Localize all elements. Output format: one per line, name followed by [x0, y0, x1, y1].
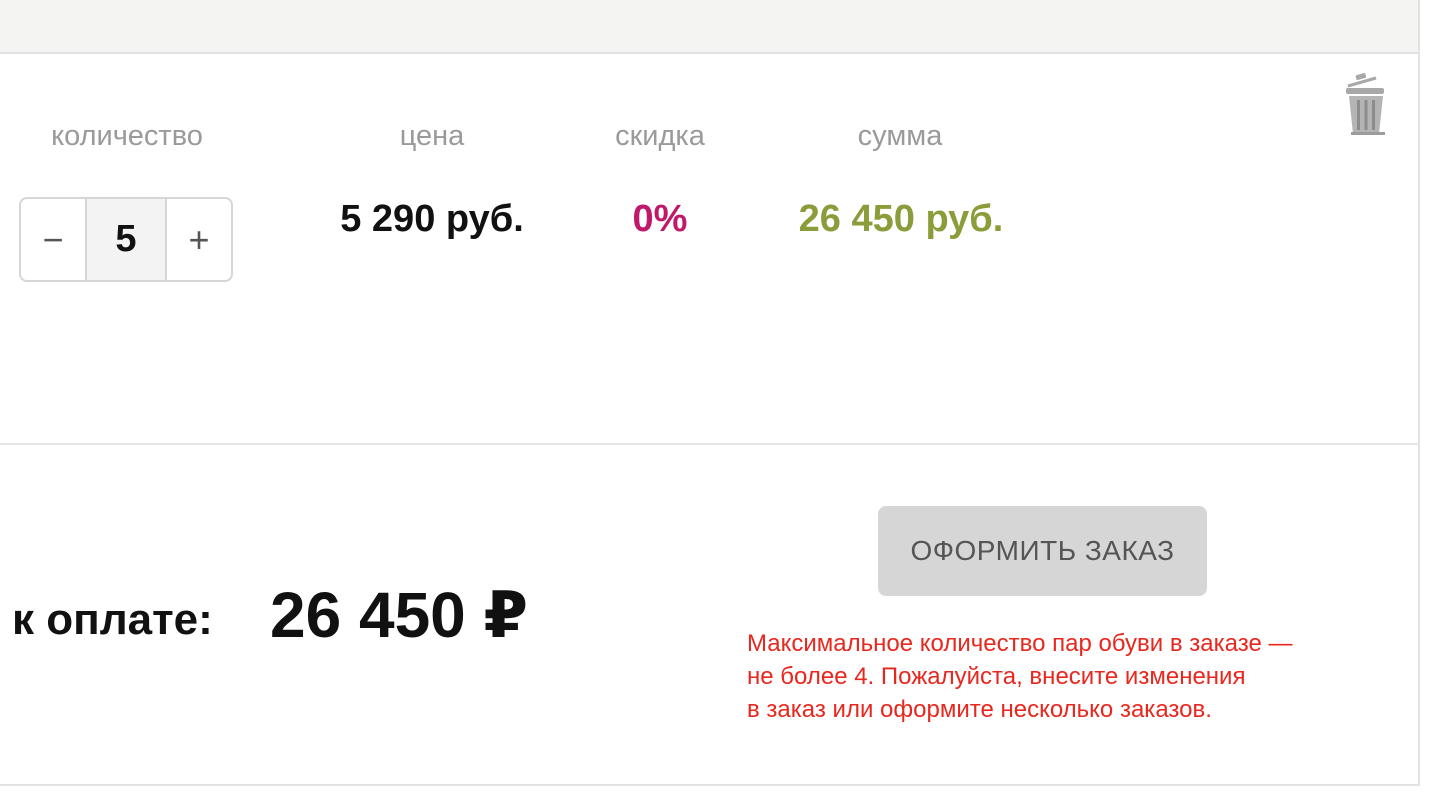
place-order-button[interactable]: ОФОРМИТЬ ЗАКАЗ: [878, 506, 1207, 596]
discount-header: скидка: [615, 120, 705, 152]
total-label: к оплате:: [12, 595, 213, 644]
warning-line: в заказ или оформите несколько заказов.: [747, 696, 1212, 723]
decrement-button[interactable]: −: [21, 199, 85, 280]
quantity-stepper: − 5 +: [19, 197, 233, 282]
warning-line: не более 4. Пожалуйста, внесите изменени…: [747, 663, 1246, 690]
bottom-divider: [0, 784, 1420, 786]
increment-button[interactable]: +: [167, 199, 231, 280]
item-sum: 26 450 руб.: [798, 198, 1004, 240]
item-price: 5 290 руб.: [340, 198, 524, 240]
sum-header: сумма: [857, 120, 943, 152]
quantity-value[interactable]: 5: [85, 199, 167, 280]
warning-line: Максимальное количество пар обуви в зака…: [747, 630, 1293, 657]
panel-right-border: [1418, 0, 1420, 786]
header-band: [0, 0, 1418, 54]
price-header: цена: [399, 120, 465, 152]
quantity-limit-warning: Максимальное количество пар обуви в зака…: [747, 627, 1367, 726]
item-discount: 0%: [632, 198, 688, 240]
section-divider: [0, 443, 1418, 445]
quantity-header: количество: [51, 120, 203, 152]
total-value: 26 450 ₽: [270, 579, 529, 651]
trash-icon[interactable]: [1342, 72, 1390, 138]
